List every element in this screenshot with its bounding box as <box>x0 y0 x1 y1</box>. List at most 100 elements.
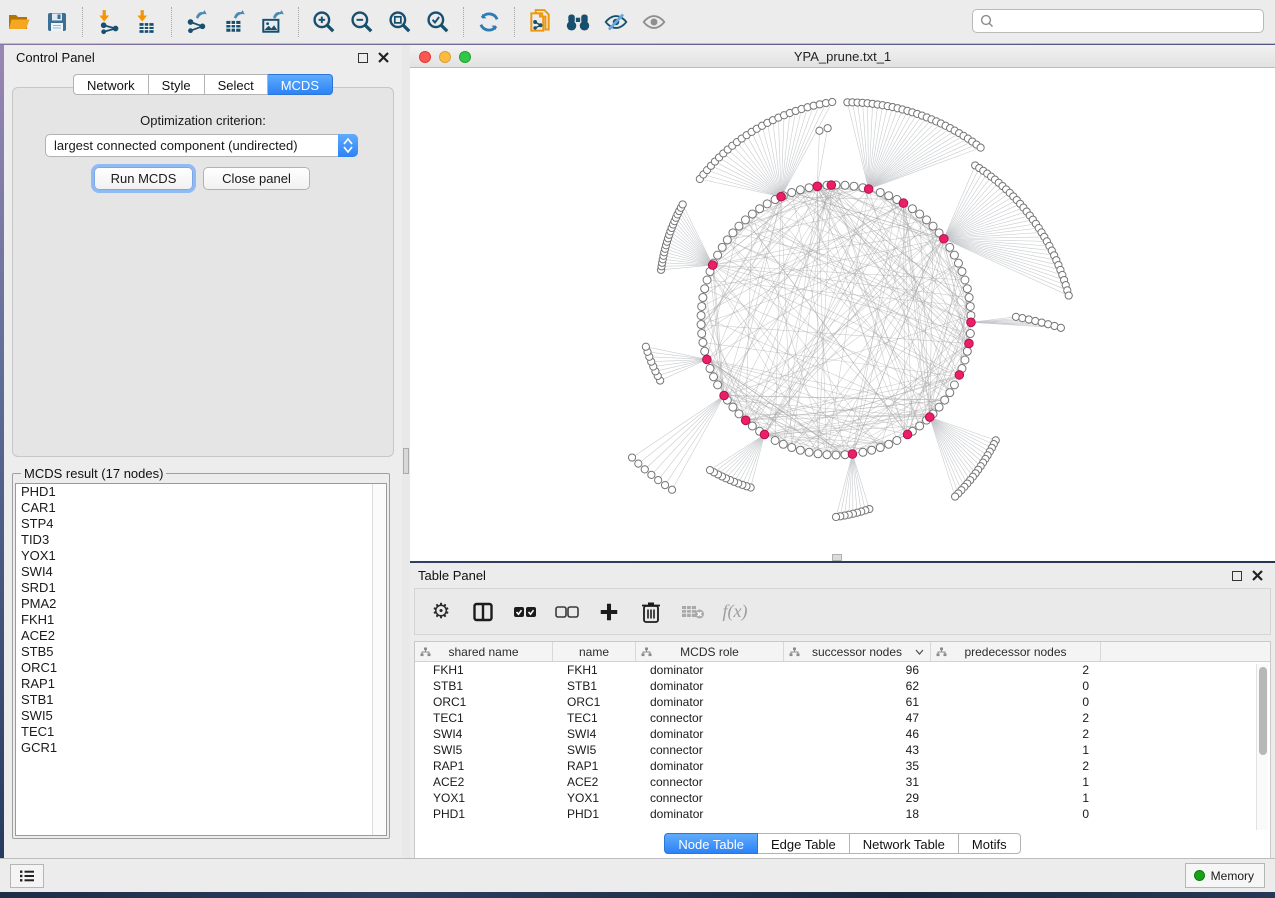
column-header-predecessor-nodes[interactable]: predecessor nodes <box>931 642 1101 661</box>
network-node[interactable] <box>961 276 969 284</box>
network-node[interactable] <box>946 243 954 251</box>
table-cell[interactable]: dominator <box>636 806 784 822</box>
show-all-button[interactable] <box>635 5 673 39</box>
table-cell[interactable]: ACE2 <box>553 774 636 790</box>
tab-select[interactable]: Select <box>205 74 268 95</box>
network-node[interactable] <box>779 440 787 448</box>
table-cell[interactable]: FKH1 <box>415 662 553 678</box>
network-hub-node[interactable] <box>777 192 786 201</box>
network-node[interactable] <box>935 403 943 411</box>
network-node[interactable] <box>963 347 971 355</box>
table-row[interactable]: ACE2ACE2connector311 <box>415 774 1270 790</box>
network-hub-node[interactable] <box>864 185 873 194</box>
network-node[interactable] <box>796 446 804 454</box>
table-scrollbar[interactable] <box>1256 664 1268 830</box>
mcds-result-item[interactable]: STB1 <box>16 692 386 708</box>
network-node[interactable] <box>966 302 974 310</box>
import-table-button[interactable] <box>127 5 165 39</box>
table-cell[interactable]: connector <box>636 710 784 726</box>
network-node[interactable] <box>832 513 839 520</box>
table-cell[interactable]: connector <box>636 742 784 758</box>
network-node[interactable] <box>963 285 971 293</box>
network-node[interactable] <box>805 184 813 192</box>
network-node[interactable] <box>729 229 737 237</box>
network-hub-node[interactable] <box>703 355 712 364</box>
network-hub-node[interactable] <box>720 391 729 400</box>
hide-selected-button[interactable] <box>597 5 635 39</box>
network-hub-node[interactable] <box>955 371 964 380</box>
table-cell[interactable]: PHD1 <box>553 806 636 822</box>
table-cell[interactable]: dominator <box>636 726 784 742</box>
save-session-button[interactable] <box>38 5 76 39</box>
table-cell[interactable]: 2 <box>931 726 1101 742</box>
network-node[interactable] <box>859 448 867 456</box>
table-cell[interactable]: 46 <box>784 726 931 742</box>
tab-node-table[interactable]: Node Table <box>664 833 758 854</box>
table-cell[interactable]: 96 <box>784 662 931 678</box>
network-node[interactable] <box>679 201 686 208</box>
network-node[interactable] <box>823 451 831 459</box>
column-header-MCDS-role[interactable]: MCDS role <box>636 642 784 661</box>
table-cell[interactable]: 47 <box>784 710 931 726</box>
table-cell[interactable]: 2 <box>931 710 1101 726</box>
task-history-button[interactable] <box>10 864 44 888</box>
table-cell[interactable]: 2 <box>931 662 1101 678</box>
network-node[interactable] <box>703 276 711 284</box>
table-row[interactable]: TEC1TEC1connector472 <box>415 710 1270 726</box>
network-node[interactable] <box>893 436 901 444</box>
network-node[interactable] <box>929 222 937 230</box>
table-cell[interactable]: YOX1 <box>415 790 553 806</box>
network-node[interactable] <box>868 446 876 454</box>
close-panel-button[interactable]: Close panel <box>203 167 310 190</box>
table-cell[interactable]: 0 <box>931 694 1101 710</box>
network-hub-node[interactable] <box>813 182 822 191</box>
mcds-result-item[interactable]: SWI5 <box>16 708 386 724</box>
table-cell[interactable]: TEC1 <box>415 710 553 726</box>
open-file-button[interactable] <box>0 5 38 39</box>
table-cell[interactable]: STB1 <box>415 678 553 694</box>
table-cell[interactable]: ORC1 <box>415 694 553 710</box>
network-hub-node[interactable] <box>741 416 750 425</box>
network-node[interactable] <box>697 321 705 329</box>
function-builder-button[interactable]: f(x) <box>721 598 749 626</box>
network-hub-node[interactable] <box>899 199 908 208</box>
table-cell[interactable]: 1 <box>931 742 1101 758</box>
network-node[interactable] <box>946 389 954 397</box>
column-header-successor-nodes[interactable]: successor nodes <box>784 642 931 661</box>
table-row[interactable]: SWI5SWI5connector431 <box>415 742 1270 758</box>
network-node[interactable] <box>718 243 726 251</box>
network-hub-node[interactable] <box>760 430 769 439</box>
network-node[interactable] <box>805 448 813 456</box>
network-node[interactable] <box>1012 313 1019 320</box>
table-cell[interactable]: dominator <box>636 694 784 710</box>
mcds-result-item[interactable]: STP4 <box>16 516 386 532</box>
run-mcds-button[interactable]: Run MCDS <box>94 167 193 190</box>
add-column-button[interactable] <box>595 598 623 626</box>
network-node[interactable] <box>965 294 973 302</box>
splitter-handle[interactable] <box>403 448 409 474</box>
horizontal-splitter-handle[interactable] <box>832 554 842 561</box>
mcds-result-item[interactable]: ACE2 <box>16 628 386 644</box>
mcds-result-item[interactable]: STB5 <box>16 644 386 660</box>
mcds-result-item[interactable]: CAR1 <box>16 500 386 516</box>
network-hub-node[interactable] <box>965 339 974 348</box>
table-cell[interactable]: SWI4 <box>553 726 636 742</box>
network-hub-node[interactable] <box>940 234 949 243</box>
table-cell[interactable]: TEC1 <box>553 710 636 726</box>
table-cell[interactable]: connector <box>636 790 784 806</box>
select-all-button[interactable] <box>511 598 539 626</box>
network-node[interactable] <box>941 396 949 404</box>
deselect-all-button[interactable] <box>553 598 581 626</box>
mcds-result-item[interactable]: SWI4 <box>16 564 386 580</box>
network-node[interactable] <box>628 454 635 461</box>
mcds-result-item[interactable]: TID3 <box>16 532 386 548</box>
network-node[interactable] <box>706 467 713 474</box>
network-node[interactable] <box>698 330 706 338</box>
network-node[interactable] <box>771 436 779 444</box>
network-node[interactable] <box>735 410 743 418</box>
vertical-splitter[interactable] <box>402 45 410 858</box>
network-node[interactable] <box>952 493 959 500</box>
memory-button[interactable]: Memory <box>1185 863 1265 888</box>
network-hub-node[interactable] <box>903 430 912 439</box>
table-cell[interactable]: 62 <box>784 678 931 694</box>
